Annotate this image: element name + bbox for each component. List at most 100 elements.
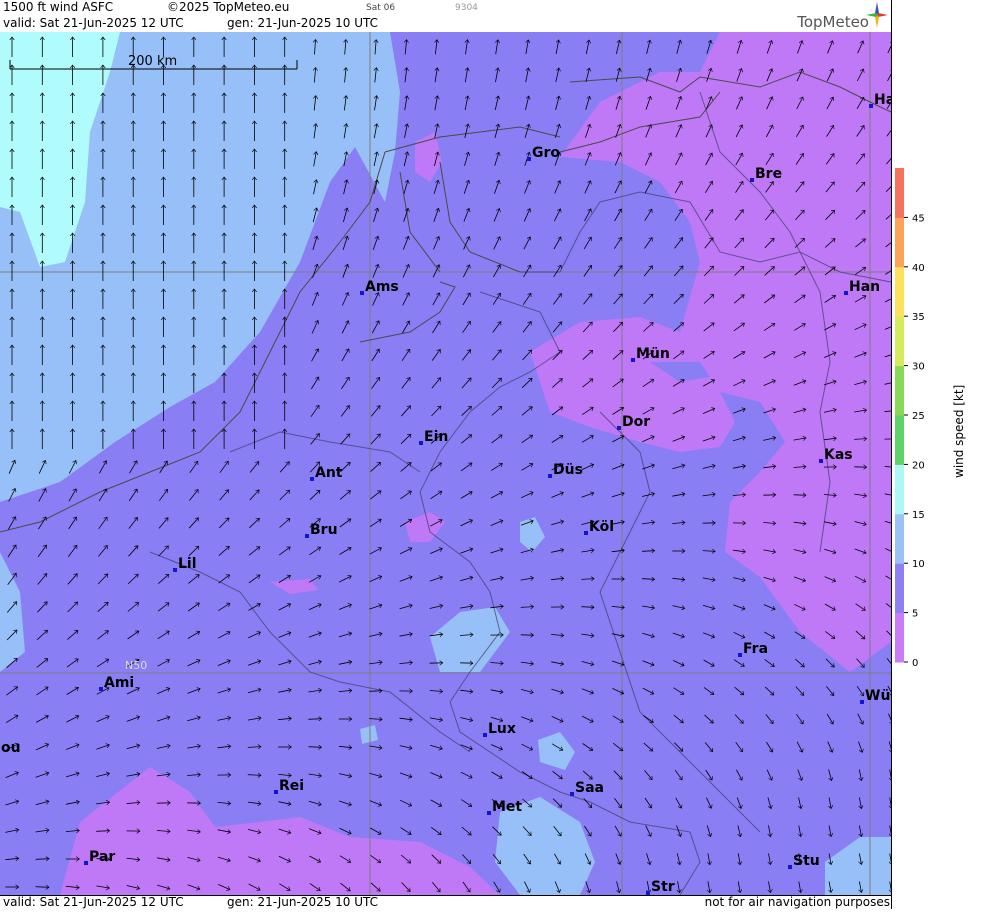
colorbar-segment [895,464,904,514]
city-dot [631,358,635,362]
colorbar-segment [895,217,904,267]
city-met: Met [487,799,522,815]
city-label: Wü [865,688,890,704]
city-dot [860,700,864,704]
colorbar-segment [895,366,904,416]
gen-time: gen: 21-Jun-2025 10 UTC [227,16,378,30]
city-dot [419,441,423,445]
map-footer: valid: Sat 21-Jun-2025 12 UTC gen: 21-Ju… [0,895,891,910]
disclaimer: not for air navigation purposes [705,895,890,909]
city-label: Düs [553,462,583,478]
colorbar-tick-label: 30 [912,362,925,373]
city-dot [487,811,491,815]
colorbar-tick-label: 25 [912,411,925,422]
city-label: Ami [104,675,134,691]
colorbar-segment [895,514,904,564]
city-dot [584,531,588,535]
city-dot [750,178,754,182]
id-code: 9304 [455,3,478,13]
city-label: Dor [622,414,650,430]
city-dot [305,534,309,538]
city-ein: Ein [419,429,448,445]
city-dot [844,291,848,295]
colorbar-tick-label: 40 [912,263,925,274]
city-dot [84,861,88,865]
compass-logo-icon [866,2,888,28]
city-label: Ein [424,429,448,445]
city-gro: Gro [527,145,560,161]
colorbar-segment [895,415,904,465]
city-han: Han [844,279,880,295]
footer-valid-time: valid: Sat 21-Jun-2025 12 UTC [3,895,184,909]
city-ami: Ami [99,675,134,691]
valid-time: valid: Sat 21-Jun-2025 12 UTC [3,16,184,30]
city-label: Lil [178,556,197,572]
city-mün: Mün [631,346,670,362]
city-dot [99,687,103,691]
city-label: Rei [279,778,304,794]
colorbar-title: wind speed [kt] [952,385,966,478]
city-ams: Ams [360,279,399,295]
city-dot [173,568,177,572]
city-label: Bre [755,166,782,182]
day-code: Sat 06 [366,3,395,13]
colorbar-tick-label: 0 [912,658,918,669]
city-bre: Bre [750,166,782,182]
city-dot [788,865,792,869]
colorbar-tick-label: 15 [912,510,925,521]
scale-bar-label: 200 km [128,54,177,69]
colorbar-segment [895,168,904,218]
city-dot [527,157,531,161]
wind-map[interactable]: 200 km N50 GroBreHaAmsHanMünDorEinKasAnt… [0,32,891,895]
city-label: Köl [589,519,614,535]
product-title: 1500 ft wind ASFC [3,0,113,14]
city-label: ou [1,740,21,756]
city-label: Lux [488,721,516,737]
city-dot [483,733,487,737]
colorbar-tick-label: 35 [912,312,925,323]
colorbar-segment [895,267,904,317]
copyright: ©2025 TopMeteo.eu [167,0,289,14]
city-fra: Fra [738,641,768,657]
colorbar-segment [895,613,904,663]
footer-gen-time: gen: 21-Jun-2025 10 UTC [227,895,378,909]
city-köl: Köl [584,519,614,535]
colorbar-tick-label: 10 [912,559,925,570]
wind-map-svg: 200 km N50 GroBreHaAmsHanMünDorEinKasAnt… [0,32,891,895]
city-dot [360,291,364,295]
city-label: Han [849,279,880,295]
city-label: Met [492,799,522,815]
city-label: Mün [636,346,670,362]
city-ou: ou [0,740,21,756]
city-label: Saa [575,780,604,796]
city-wü: Wü [860,688,890,704]
colorbar-tick-label: 45 [912,213,925,224]
city-label: Str [651,879,675,895]
city-dot [738,653,742,657]
city-rei: Rei [274,778,304,794]
city-str: Str [646,879,675,895]
city-kas: Kas [819,447,853,463]
city-label: Kas [824,447,853,463]
city-par: Par [84,849,115,865]
brand-logo-text: TopMeteo [797,13,869,31]
city-dot [819,459,823,463]
city-label: Fra [743,641,768,657]
legend-panel: 051015202530354045 wind speed [kt] [891,0,983,909]
colorbar: 051015202530354045 [892,0,983,909]
city-label: Gro [532,145,560,161]
city-ant: Ant [310,465,343,481]
city-label: Ams [365,279,399,295]
colorbar-segment [895,563,904,613]
city-dot [548,474,552,478]
city-dor: Dor [617,414,650,430]
colorbar-tick-label: 5 [912,609,918,620]
city-label: Ant [315,465,343,481]
city-dot [617,426,621,430]
city-label: Bru [310,522,338,538]
city-label: Stu [793,853,820,869]
city-dot [310,477,314,481]
city-düs: Düs [548,462,583,478]
city-saa: Saa [570,780,604,796]
city-dot [570,792,574,796]
